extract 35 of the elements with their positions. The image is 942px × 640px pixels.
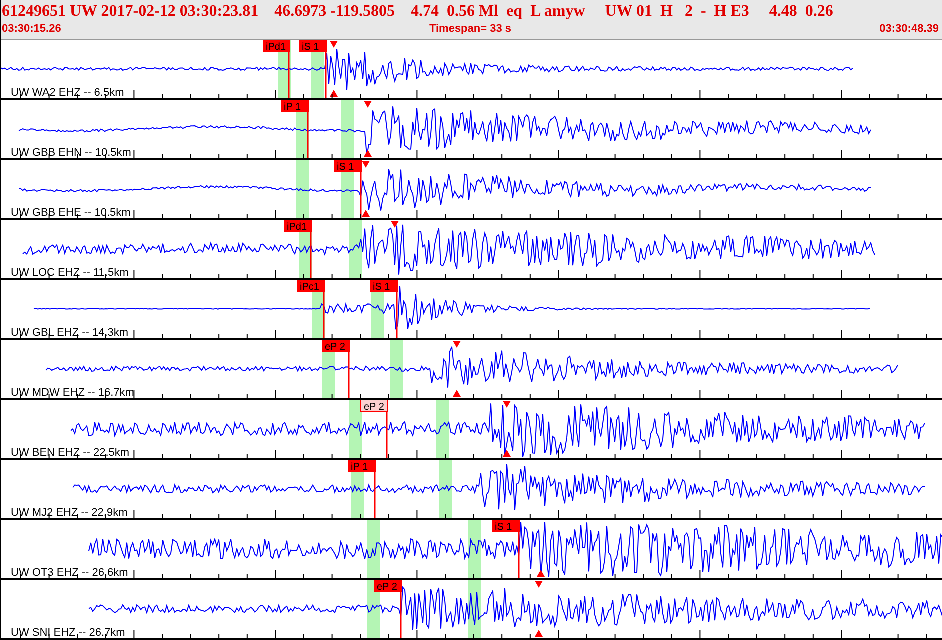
station-label: UW BEN EHZ -- 22.5km [11,447,130,459]
amplitude-marker-icon [535,581,543,588]
pick-window-band [367,520,380,578]
start-time: 03:30:15.26 [2,22,62,36]
amplitude-marker-icon [503,450,511,457]
timespan-label: Timespan= 33 s [429,22,512,36]
event-summary: 61249651 UW 2017-02-12 03:30:23.81 46.6973 -119.5805 4.74 0.56 Ml eq L amyw UW 01 H 2 - H E3 4.48 0.26 [2,2,834,22]
station-label: UW MJ2 EHZ -- 22.9km [11,507,128,519]
amplitude-marker-icon [364,101,372,108]
station-label: UW GBL EHZ -- 14.3km [11,327,129,339]
amplitude-marker-icon [391,221,399,228]
station-label: UW OT3 EHZ -- 26.6km [11,567,128,579]
pick-window-band [349,400,362,458]
station-label: UW SNI EHZ -- 26.7km [11,627,126,639]
amplitude-marker-icon [330,90,338,97]
amplitude-marker-icon [537,570,545,577]
amplitude-marker-icon [453,390,461,397]
pick-window-band [296,160,309,218]
pick-window-band [468,520,481,578]
amplitude-marker-icon [362,161,370,168]
amplitude-marker-icon [453,341,461,348]
pick-window-band [349,220,362,278]
amplitude-marker-icon [535,630,543,637]
pick-window-band [436,400,449,458]
pick-window-band [390,340,403,398]
amplitude-marker-icon [503,401,511,408]
end-time: 03:30:48.39 [880,22,939,36]
pick-window-band [341,100,354,158]
amplitude-marker-icon [362,210,370,217]
station-label: UW WA2 EHZ -- 6.5km [11,87,124,99]
pick-window-band [439,460,452,518]
station-label: UW GBB EHN -- 10.5km [11,147,132,159]
station-label: UW LOC EHZ -- 11.5km [11,267,129,279]
station-label: UW GBB EHE -- 10.5km [11,207,131,219]
amplitude-marker-icon [364,150,372,157]
